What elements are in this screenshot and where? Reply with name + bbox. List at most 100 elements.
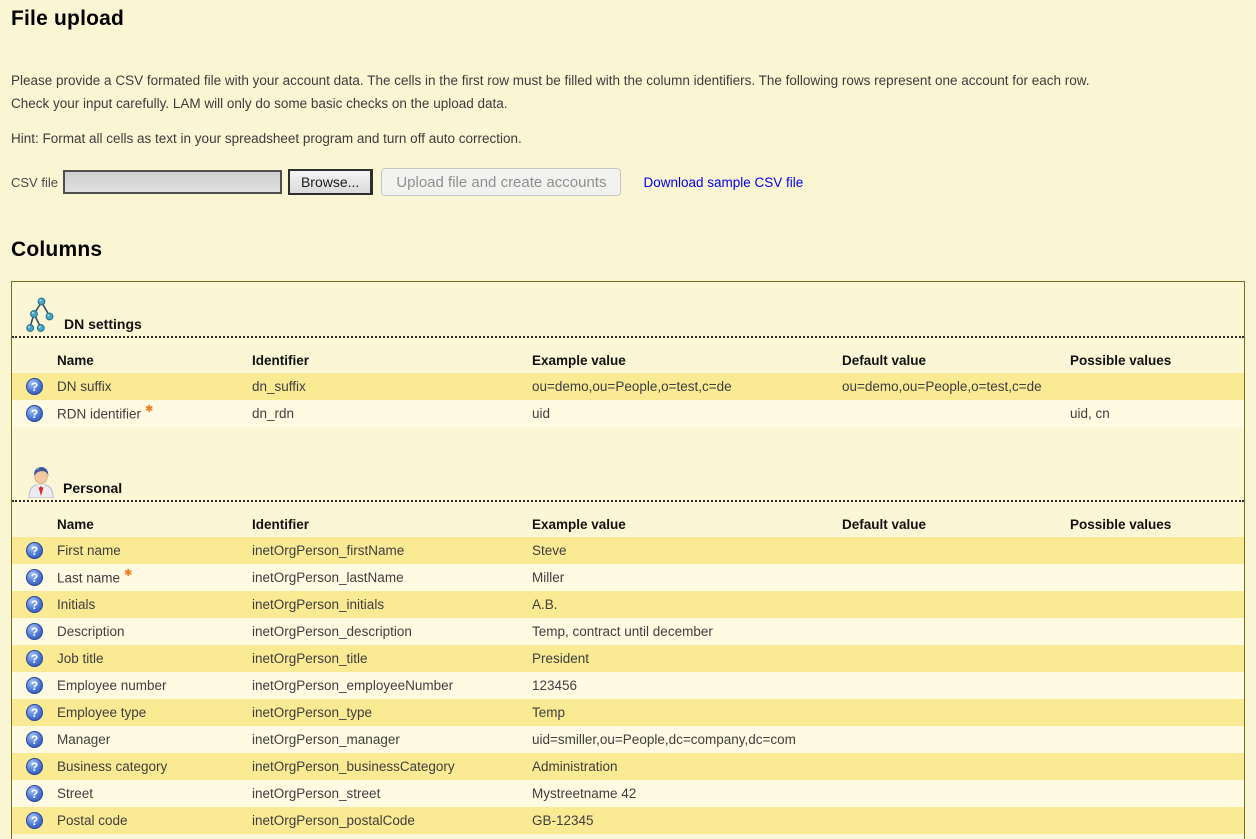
column-default: ou=demo,ou=People,o=test,c=de — [842, 373, 1070, 400]
help-icon[interactable]: ? — [26, 677, 43, 694]
column-name: Employee type — [57, 705, 146, 720]
column-section: DN settings Name Identifier Example valu… — [12, 282, 1244, 427]
help-icon[interactable]: ? — [26, 596, 43, 613]
column-identifier: inetOrgPerson_title — [252, 645, 532, 672]
intro-line-1: Please provide a CSV formated file with … — [11, 69, 1245, 92]
column-possible — [1070, 564, 1244, 591]
column-example: ou=demo,ou=People,o=test,c=de — [532, 373, 842, 400]
column-possible — [1070, 780, 1244, 807]
intro-text: Please provide a CSV formated file with … — [11, 69, 1245, 115]
column-identifier: dn_suffix — [252, 373, 532, 400]
column-default — [842, 645, 1070, 672]
help-icon[interactable]: ? — [26, 785, 43, 802]
column-name: RDN identifier — [57, 407, 141, 422]
section-icon-holder — [26, 463, 56, 498]
columns-box: DN settings Name Identifier Example valu… — [11, 281, 1245, 839]
column-name: Initials — [57, 597, 95, 612]
section-title: Personal — [63, 480, 122, 498]
header-name: Name — [57, 338, 252, 373]
column-name: Business category — [57, 759, 167, 774]
table-row: ? Job title inetOrgPerson_title Presiden… — [12, 645, 1244, 672]
column-identifier: inetOrgPerson_description — [252, 618, 532, 645]
tree-icon — [26, 296, 57, 334]
table-row: ? First name inetOrgPerson_firstName Ste… — [12, 537, 1244, 564]
column-identifier: inetOrgPerson_lastName — [252, 564, 532, 591]
help-icon[interactable]: ? — [26, 542, 43, 559]
section-header: DN settings — [12, 282, 1244, 338]
column-example: Mystreetname 42 — [532, 780, 842, 807]
table-header-row: Name Identifier Example value Default va… — [12, 338, 1244, 373]
column-identifier: inetOrgPerson_postalCode — [252, 807, 532, 834]
column-possible — [1070, 591, 1244, 618]
column-name: Last name — [57, 571, 120, 586]
download-sample-link[interactable]: Download sample CSV file — [643, 175, 803, 190]
help-icon[interactable]: ? — [26, 378, 43, 395]
help-icon[interactable]: ? — [26, 704, 43, 721]
person-icon — [26, 463, 56, 498]
column-name: Postal code — [57, 813, 128, 828]
header-name: Name — [57, 502, 252, 537]
header-default-value: Default value — [842, 502, 1070, 537]
table-row: ? Business category inetOrgPerson_busine… — [12, 753, 1244, 780]
csv-file-input[interactable] — [63, 170, 282, 194]
column-name: Street — [57, 786, 93, 801]
column-possible — [1070, 672, 1244, 699]
csv-upload-row: CSV file Browse... Upload file and creat… — [11, 167, 1245, 197]
help-icon[interactable]: ? — [26, 569, 43, 586]
column-identifier: inetOrgPerson_businessCategory — [252, 753, 532, 780]
header-default-value: Default value — [842, 338, 1070, 373]
column-identifier: inetOrgPerson_firstName — [252, 537, 532, 564]
columns-table: Name Identifier Example value Default va… — [12, 338, 1244, 427]
column-example: uid — [532, 400, 842, 427]
csv-file-label: CSV file — [11, 175, 58, 190]
section-title: DN settings — [64, 316, 142, 334]
column-identifier: inetOrgPerson_manager — [252, 726, 532, 753]
column-identifier: inetOrgPerson_street — [252, 780, 532, 807]
section-icon-holder — [26, 296, 57, 334]
column-possible — [1070, 699, 1244, 726]
table-row: ? DN suffix dn_suffix ou=demo,ou=People,… — [12, 373, 1244, 400]
header-possible-values: Possible values — [1070, 502, 1244, 537]
file-upload-page: File upload Please provide a CSV formate… — [0, 0, 1256, 839]
column-example: President — [532, 645, 842, 672]
browse-button[interactable]: Browse... — [288, 169, 373, 195]
hint-text: Hint: Format all cells as text in your s… — [11, 127, 1245, 150]
column-example: uid=smiller,ou=People,dc=company,dc=com — [532, 726, 842, 753]
help-icon[interactable]: ? — [26, 812, 43, 829]
column-default — [842, 564, 1070, 591]
column-example: Temp, contract until december — [532, 618, 842, 645]
help-icon[interactable]: ? — [26, 758, 43, 775]
table-row: ? Postal code inetOrgPerson_postalCode G… — [12, 807, 1244, 834]
table-row: ? Initials inetOrgPerson_initials A.B. — [12, 591, 1244, 618]
header-identifier: Identifier — [252, 502, 532, 537]
help-icon[interactable]: ? — [26, 650, 43, 667]
column-name: Manager — [57, 732, 110, 747]
section-header: Personal — [12, 427, 1244, 502]
table-row: ? Employee number inetOrgPerson_employee… — [12, 672, 1244, 699]
column-possible — [1070, 373, 1244, 400]
column-default — [842, 780, 1070, 807]
column-possible — [1070, 753, 1244, 780]
help-icon[interactable]: ? — [26, 731, 43, 748]
table-row: ? RDN identifier✱ dn_rdn uid uid, cn — [12, 400, 1244, 427]
header-spacer — [12, 338, 57, 373]
column-default — [842, 807, 1070, 834]
column-example: Temp — [532, 699, 842, 726]
column-possible — [1070, 807, 1244, 834]
column-default — [842, 537, 1070, 564]
column-section: Personal Name Identifier Example value D… — [12, 427, 1244, 834]
column-possible — [1070, 645, 1244, 672]
column-name: Description — [57, 624, 125, 639]
help-icon[interactable]: ? — [26, 405, 43, 422]
column-possible — [1070, 537, 1244, 564]
required-marker: ✱ — [124, 568, 132, 579]
upload-button[interactable]: Upload file and create accounts — [381, 168, 621, 196]
column-default — [842, 699, 1070, 726]
help-icon[interactable]: ? — [26, 623, 43, 640]
column-identifier: inetOrgPerson_initials — [252, 591, 532, 618]
column-example: Miller — [532, 564, 842, 591]
column-name: DN suffix — [57, 379, 112, 394]
page-title: File upload — [11, 0, 1245, 31]
column-possible: uid, cn — [1070, 400, 1244, 427]
column-example: GB-12345 — [532, 807, 842, 834]
